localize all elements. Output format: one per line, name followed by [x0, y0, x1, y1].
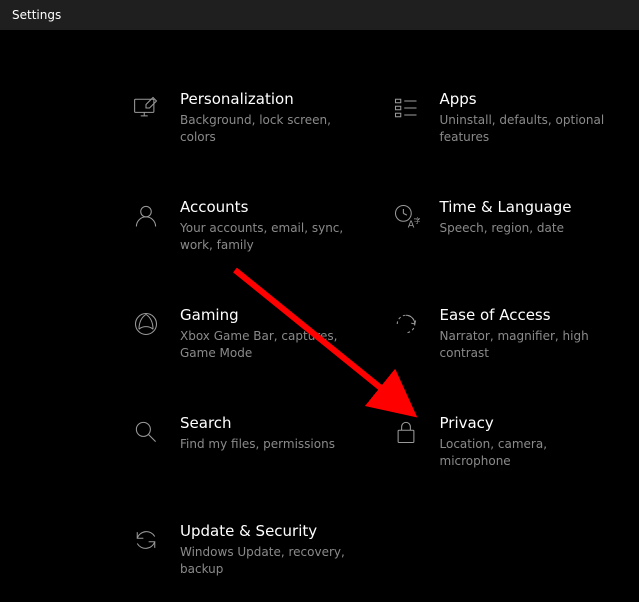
tile-title: Time & Language — [440, 198, 572, 216]
search-icon — [130, 416, 162, 448]
tile-desc: Narrator, magnifier, high contrast — [440, 328, 610, 362]
tile-title: Update & Security — [180, 522, 350, 540]
tile-time-language[interactable]: A字 Time & Language Speech, region, date — [390, 198, 610, 258]
tile-desc: Speech, region, date — [440, 220, 572, 237]
window-title: Settings — [12, 8, 61, 22]
tile-personalization[interactable]: Personalization Background, lock screen,… — [130, 90, 350, 150]
time-language-icon: A字 — [390, 200, 422, 232]
ease-of-access-icon — [390, 308, 422, 340]
tile-gaming[interactable]: Gaming Xbox Game Bar, captures, Game Mod… — [130, 306, 350, 366]
tile-ease-of-access[interactable]: Ease of Access Narrator, magnifier, high… — [390, 306, 610, 366]
settings-grid: Personalization Background, lock screen,… — [20, 90, 619, 582]
tile-accounts[interactable]: Accounts Your accounts, email, sync, wor… — [130, 198, 350, 258]
tile-title: Gaming — [180, 306, 350, 324]
tile-title: Apps — [440, 90, 610, 108]
svg-text:字: 字 — [413, 216, 419, 225]
tile-apps[interactable]: Apps Uninstall, defaults, optional featu… — [390, 90, 610, 150]
tile-desc: Xbox Game Bar, captures, Game Mode — [180, 328, 350, 362]
tile-desc: Find my files, permissions — [180, 436, 335, 453]
accounts-icon — [130, 200, 162, 232]
tile-search[interactable]: Search Find my files, permissions — [130, 414, 350, 474]
titlebar: Settings — [0, 0, 639, 30]
tile-title: Ease of Access — [440, 306, 610, 324]
tile-desc: Location, camera, microphone — [440, 436, 610, 470]
lock-icon — [390, 416, 422, 448]
tile-title: Search — [180, 414, 335, 432]
tile-desc: Background, lock screen, colors — [180, 112, 350, 146]
tile-title: Privacy — [440, 414, 610, 432]
settings-content: Personalization Background, lock screen,… — [0, 30, 639, 602]
tile-title: Personalization — [180, 90, 350, 108]
tile-desc: Uninstall, defaults, optional features — [440, 112, 610, 146]
tile-privacy[interactable]: Privacy Location, camera, microphone — [390, 414, 610, 474]
personalization-icon — [130, 92, 162, 124]
gaming-icon — [130, 308, 162, 340]
apps-icon — [390, 92, 422, 124]
update-security-icon — [130, 524, 162, 556]
tile-desc: Windows Update, recovery, backup — [180, 544, 350, 578]
tile-desc: Your accounts, email, sync, work, family — [180, 220, 350, 254]
tile-title: Accounts — [180, 198, 350, 216]
tile-update-security[interactable]: Update & Security Windows Update, recove… — [130, 522, 350, 582]
